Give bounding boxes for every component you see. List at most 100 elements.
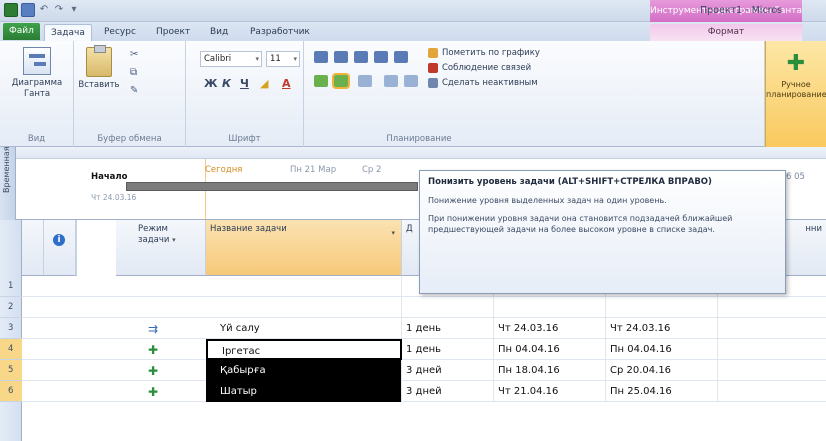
row-number[interactable]: 3 (0, 318, 22, 339)
format-painter-icon[interactable]: ✎ (130, 85, 138, 96)
group-label-schedule: Планирование (386, 134, 452, 144)
tab-task[interactable]: Задача (44, 24, 92, 41)
timeline-end-date: 6 05 (786, 172, 805, 182)
percent-50-icon[interactable] (354, 51, 368, 63)
header-duration: Д (406, 224, 413, 234)
tab-resource[interactable]: Ресурс (98, 24, 142, 41)
tab-format[interactable]: Формат (650, 24, 802, 41)
start-cell[interactable]: Пн 18.04.16 (494, 360, 606, 381)
customize-qat-icon[interactable]: ▾ (68, 3, 80, 17)
group-clipboard: Вставить ✂ ⧉ ✎ Буфер обмена (74, 41, 186, 147)
tab-file[interactable]: Файл (3, 23, 40, 40)
start-cell[interactable]: Чт 21.04.16 (494, 381, 606, 402)
row-number[interactable]: 1 (0, 276, 22, 297)
mark-on-track-button[interactable]: Пометить по графику (442, 48, 540, 58)
paste-button[interactable]: Вставить (76, 45, 122, 91)
table-row[interactable]: 6 ✚ Шатыр 3 дней Чт 21.04.16 Пн 25.04.16 (0, 381, 826, 402)
manual-schedule-button[interactable]: ✚ Ручное планирование (765, 41, 826, 147)
finish-cell[interactable]: Пн 04.04.16 (606, 339, 718, 360)
timeline-scale (16, 147, 826, 159)
select-all-corner[interactable] (22, 220, 44, 276)
group-label-view: Вид (27, 134, 46, 144)
cut-icon[interactable]: ✂ (130, 49, 138, 60)
project-app-icon[interactable] (4, 3, 18, 17)
row-number[interactable]: 4 (0, 339, 22, 360)
quick-access-toolbar: ↶ ↷ ▾ (4, 3, 80, 17)
gantt-chart-label: Диаграмма Ганта (11, 78, 63, 99)
finish-cell[interactable]: Ср 20.04.16 (606, 360, 718, 381)
timeline-date: Ср 2 (362, 165, 382, 175)
link-tasks-icon[interactable] (358, 75, 372, 87)
column-indicators[interactable]: i (44, 220, 76, 276)
tab-view[interactable]: Вид (204, 24, 234, 41)
timeline-bar[interactable] (126, 182, 418, 191)
duration-cell[interactable] (402, 297, 494, 318)
save-icon[interactable] (21, 3, 35, 17)
duration-cell[interactable]: 3 дней (402, 360, 494, 381)
window-title: Проект1 - Micros (700, 5, 783, 16)
start-cell[interactable]: Чт 24.03.16 (494, 318, 606, 339)
task-name-cell[interactable]: Үй салу (206, 318, 402, 339)
timeline-start-label: Начало (91, 172, 128, 182)
inactivate-button[interactable]: Сделать неактивным (442, 78, 538, 88)
task-name-cell[interactable]: Қабырға (206, 360, 402, 381)
indent-icon[interactable] (332, 73, 350, 89)
indent-tooltip: Понизить уровень задачи (ALT+SHIFT+СТРЕЛ… (419, 170, 786, 294)
duration-cell[interactable]: 3 дней (402, 381, 494, 402)
percent-25-icon[interactable] (334, 51, 348, 63)
task-name-cell[interactable] (206, 276, 402, 297)
timeline-today: Сегодня (205, 165, 243, 175)
bold-icon[interactable]: Ж (204, 77, 217, 90)
gantt-chart-button[interactable]: Диаграмма Ганта (3, 47, 71, 100)
font-name-select[interactable]: Calibri ▾ (200, 51, 262, 67)
ribbon-tabs: Файл Задача Ресурс Проект Вид Разработчи… (0, 22, 826, 41)
task-name-cell[interactable]: Шатыр (206, 381, 402, 402)
task-name-cell[interactable] (206, 297, 402, 318)
table-row[interactable]: 5 ✚ Қабырға 3 дней Пн 18.04.16 Ср 20.04.16 (0, 360, 826, 381)
info-icon: i (53, 234, 65, 246)
start-cell[interactable]: Пн 04.04.16 (494, 339, 606, 360)
undo-icon[interactable]: ↶ (38, 3, 50, 17)
table-row[interactable]: 2 (0, 297, 826, 318)
font-size-value: 11 (270, 54, 281, 64)
highlight-color-icon[interactable]: ◢ (260, 77, 268, 90)
duration-cell[interactable]: 1 день (402, 318, 494, 339)
timeline-side-tab: Временная (0, 146, 16, 220)
column-task-name[interactable]: Название задачи ▾ (206, 220, 402, 276)
percent-0-icon[interactable] (314, 51, 328, 63)
finish-cell[interactable]: Чт 24.03.16 (606, 318, 718, 339)
table-row[interactable]: 3 ⇉ Үй салу 1 день Чт 24.03.16 Чт 24.03.16 (0, 318, 826, 339)
tab-developer[interactable]: Разработчик (244, 24, 316, 41)
copy-icon[interactable]: ⧉ (130, 67, 137, 78)
column-task-mode[interactable]: Режим задачи ▾ (116, 220, 206, 276)
italic-icon[interactable]: К (222, 77, 231, 90)
tooltip-title: Понизить уровень задачи (ALT+SHIFT+СТРЕЛ… (428, 177, 712, 187)
duration-cell[interactable]: 1 день (402, 339, 494, 360)
timeline-side-label: Временная (2, 146, 11, 193)
underline-icon[interactable]: Ч (240, 77, 249, 90)
row-number[interactable]: 5 (0, 360, 22, 381)
split-task-icon[interactable] (404, 75, 418, 87)
row-number[interactable]: 6 (0, 381, 22, 402)
table-row[interactable]: 4 ✚ Іргетас 1 день Пн 04.04.16 Пн 04.04.16 (0, 339, 826, 360)
percent-75-icon[interactable] (374, 51, 388, 63)
finish-cell[interactable]: Пн 25.04.16 (606, 381, 718, 402)
font-color-icon[interactable]: A (282, 77, 291, 90)
auto-schedule-icon: ⇉ (148, 322, 159, 336)
redo-icon[interactable]: ↷ (53, 3, 65, 17)
outdent-icon[interactable] (314, 75, 328, 87)
header-task-name: Название задачи (210, 224, 287, 234)
unlink-tasks-icon[interactable] (384, 75, 398, 87)
percent-100-icon[interactable] (394, 51, 408, 63)
font-size-select[interactable]: 11 ▾ (266, 51, 300, 67)
row-number[interactable]: 2 (0, 297, 22, 318)
tab-project[interactable]: Проект (150, 24, 196, 41)
header-task-mode: Режим задачи (138, 224, 170, 245)
task-name-cell[interactable]: Іргетас (206, 339, 402, 360)
finish-cell[interactable] (606, 297, 718, 318)
respect-links-button[interactable]: Соблюдение связей (442, 63, 531, 73)
pushpin-icon: ✚ (786, 51, 806, 76)
start-cell[interactable] (494, 297, 606, 318)
manual-schedule-icon: ✚ (148, 343, 159, 357)
chevron-down-icon: ▾ (172, 236, 176, 244)
